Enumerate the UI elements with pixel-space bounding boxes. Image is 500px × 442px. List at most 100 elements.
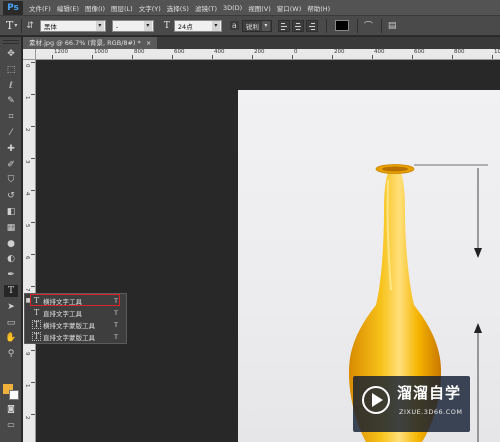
chevron-down-icon: ▾: [211, 20, 220, 31]
anti-alias-select[interactable]: 锐利 ▾: [241, 19, 272, 32]
hand-icon[interactable]: ✋: [4, 332, 18, 344]
separator: [21, 18, 23, 33]
menu-edit[interactable]: 编辑(E): [57, 3, 79, 13]
play-logo-icon: [362, 386, 390, 414]
ruler-tick: [492, 55, 493, 59]
ruler-tick: [31, 414, 35, 415]
ruler-label: 6: [24, 256, 30, 260]
ruler-label: 0: [24, 64, 30, 68]
ruler-tick: [31, 350, 35, 351]
ruler-label: 3: [24, 160, 30, 164]
pen-icon[interactable]: ✒: [4, 269, 18, 281]
eraser-icon[interactable]: ◧: [4, 206, 18, 218]
chevron-down-icon: ▾: [95, 20, 104, 31]
ruler-tick: [31, 222, 35, 223]
crop-icon[interactable]: ⌗: [4, 111, 18, 123]
ruler-tick: [332, 55, 333, 59]
font-family-select[interactable]: 黑体 ▾: [39, 19, 106, 32]
flyout-item[interactable]: T 横排文字蒙版工具 T: [25, 319, 126, 330]
dodge-icon[interactable]: ◐: [4, 253, 18, 265]
ruler-tick: [452, 55, 453, 59]
document-tab[interactable]: 素材.jpg @ 66.7% (背景, RGB/8#) * ×: [23, 37, 158, 49]
text-color-swatch[interactable]: [334, 20, 349, 31]
font-style-select[interactable]: - ▾: [111, 19, 154, 32]
ruler-tick: [31, 126, 35, 127]
ruler-tick: [212, 55, 213, 59]
ruler-label: 2: [24, 128, 30, 132]
ruler-label: 800: [454, 49, 465, 55]
quick-select-icon[interactable]: ✎: [4, 95, 18, 107]
shape-icon[interactable]: ▭: [4, 317, 18, 329]
move-icon[interactable]: ✥: [4, 48, 18, 60]
zoom-icon[interactable]: ⚲: [4, 348, 18, 360]
panel-grip[interactable]: [3, 40, 19, 44]
ruler-label: 1: [24, 384, 30, 388]
ruler-label: 4: [24, 192, 30, 196]
horizontal-ruler[interactable]: 1200100080060040020002004006008001000120…: [36, 49, 500, 60]
menu-select[interactable]: 选择(S): [167, 3, 189, 13]
lasso-icon[interactable]: ℓ: [4, 80, 18, 92]
ruler-tick: [92, 55, 93, 59]
font-size-icon: T: [163, 20, 170, 31]
gradient-icon[interactable]: ▦: [4, 222, 18, 234]
path-select-icon[interactable]: ➤: [4, 301, 18, 313]
menu-file[interactable]: 文件(F): [29, 3, 51, 13]
ruler-tick: [412, 55, 413, 59]
vertical-ruler[interactable]: 012345678912: [23, 60, 36, 442]
align-center-button[interactable]: [291, 19, 304, 32]
brush-icon[interactable]: ✐: [4, 159, 18, 171]
ruler-tick: [52, 55, 53, 59]
ruler-label: 5: [24, 224, 30, 228]
menu-type[interactable]: 文字(Y): [139, 3, 161, 13]
document-tab-title: 素材.jpg @ 66.7% (背景, RGB/8#) *: [29, 39, 141, 47]
align-left-button[interactable]: [277, 19, 290, 32]
eyedropper-icon[interactable]: ⁄: [4, 127, 18, 139]
flyout-item[interactable]: T 直排文字蒙版工具 T: [25, 331, 126, 342]
quick-mask-icon[interactable]: ◙: [4, 403, 18, 415]
warp-text-icon[interactable]: ⌒: [364, 19, 373, 32]
flyout-item[interactable]: T 直排文字工具 T: [25, 307, 126, 318]
flyout-item-label: 直排文字工具: [43, 309, 82, 318]
ruler-tick: [31, 62, 35, 63]
preset-dropdown-icon[interactable]: ▾: [14, 22, 17, 29]
anti-alias-value: 锐利: [245, 22, 259, 31]
ruler-origin[interactable]: [23, 49, 36, 60]
ruler-tick: [31, 286, 35, 287]
type-icon[interactable]: T: [4, 285, 18, 297]
ruler-tick: [31, 254, 35, 255]
selection-highlight-box: [30, 294, 120, 306]
font-size-select[interactable]: 24点 ▾: [173, 19, 222, 32]
healing-icon[interactable]: ✚: [4, 143, 18, 155]
character-panel-icon[interactable]: ▤: [388, 21, 397, 31]
menu-image[interactable]: 图像(I): [85, 3, 105, 13]
history-brush-icon[interactable]: ↺: [4, 190, 18, 202]
menu-3d[interactable]: 3D(D): [223, 4, 242, 12]
photoshop-logo: Ps: [3, 0, 23, 15]
marquee-icon[interactable]: ⬚: [4, 64, 18, 76]
type-tool-preset-icon[interactable]: T: [6, 19, 13, 32]
background-color-swatch[interactable]: [9, 390, 19, 400]
ruler-tick: [31, 158, 35, 159]
align-right-button[interactable]: [305, 19, 318, 32]
ruler-label: 2: [24, 416, 30, 420]
ruler-label: 800: [134, 49, 145, 55]
watermark-title: 溜溜自学: [397, 384, 462, 402]
screen-mode-icon[interactable]: ▭: [4, 419, 18, 431]
arrow-down-head: [474, 248, 482, 258]
menu-view[interactable]: 视图(V): [248, 3, 271, 13]
watermark-badge: 溜溜自学 ZIXUE.3D66.COM: [353, 376, 470, 432]
menu-filter[interactable]: 滤镜(T): [195, 3, 217, 13]
ruler-tick: [252, 55, 253, 59]
close-icon[interactable]: ×: [146, 39, 151, 47]
ruler-label: 400: [374, 49, 385, 55]
arrow-up-head: [474, 323, 482, 333]
type-mask-tool-icon: T: [32, 320, 41, 329]
blur-icon[interactable]: ●: [4, 238, 18, 250]
type-mask-tool-icon: T: [32, 332, 41, 341]
menu-layer[interactable]: 图层(L): [111, 3, 133, 13]
stamp-icon[interactable]: ⛉: [4, 174, 18, 186]
anti-alias-icon: a: [229, 21, 239, 30]
menu-help[interactable]: 帮助(H): [307, 3, 330, 13]
menu-window[interactable]: 窗口(W): [277, 3, 302, 13]
orientation-toggle-icon[interactable]: ⇵: [26, 21, 34, 31]
